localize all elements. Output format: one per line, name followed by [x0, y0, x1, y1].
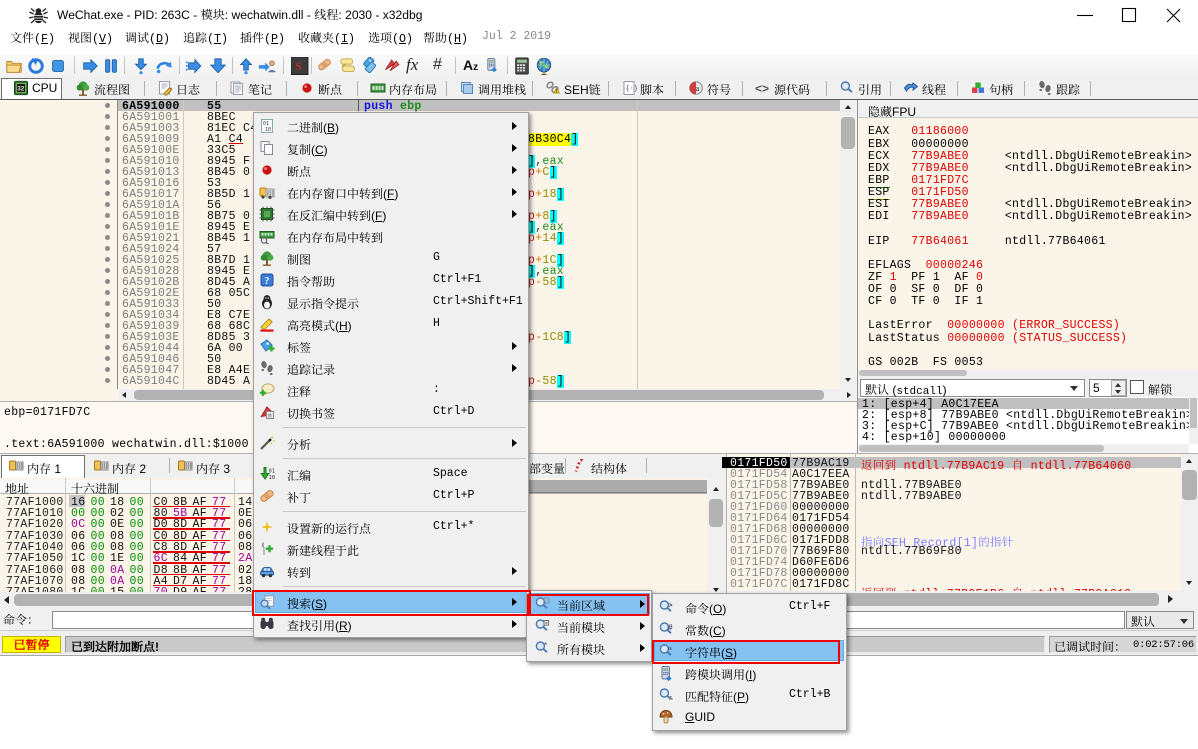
svg-text:{·}: {·}: [625, 85, 637, 93]
svg-text:10: 10: [269, 475, 276, 481]
svg-text:<>: <>: [755, 82, 769, 96]
svg-text:S: S: [295, 60, 301, 73]
svg-text:32: 32: [17, 86, 25, 93]
svg-text:n: n: [268, 413, 271, 419]
svg-text:*: *: [544, 641, 547, 650]
svg-text:?: ?: [264, 276, 269, 287]
svg-text:>: >: [668, 602, 672, 609]
svg-text:a: a: [696, 84, 700, 93]
svg-text:10: 10: [265, 127, 271, 133]
svg-text:#: #: [668, 623, 673, 632]
svg-text:01: 01: [269, 469, 276, 475]
